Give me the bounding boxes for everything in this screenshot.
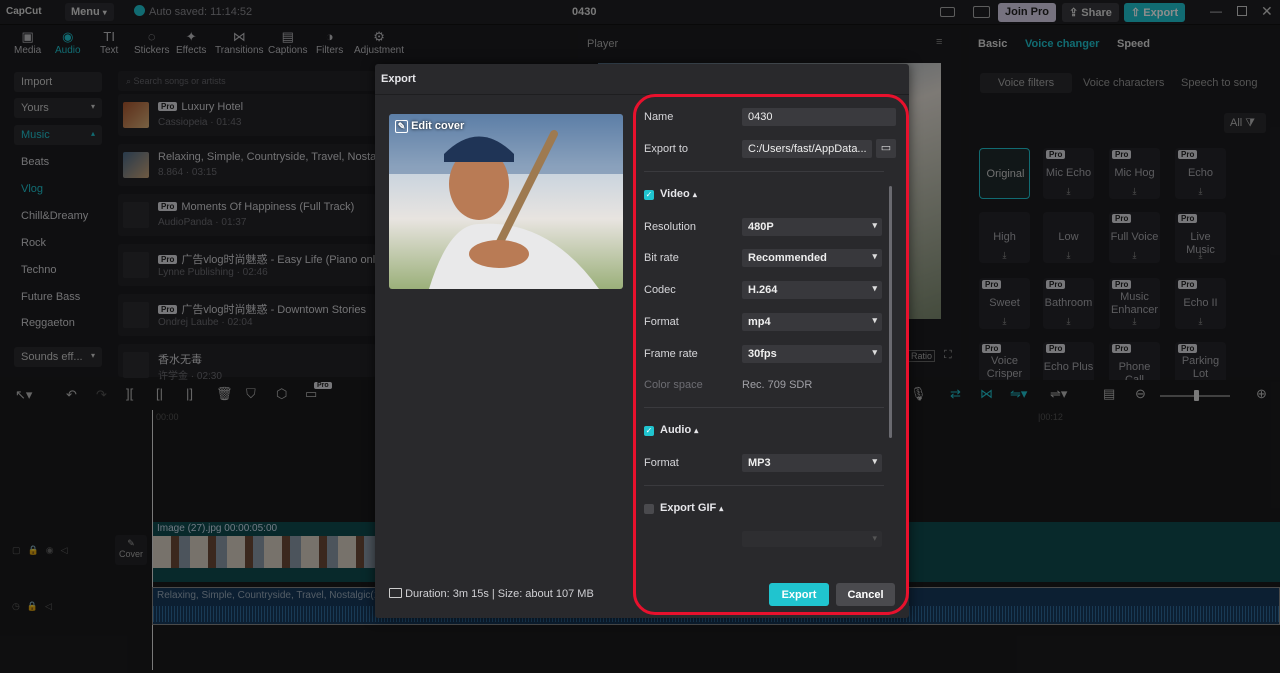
dialog-title: Export [381, 73, 416, 85]
cover-image [389, 114, 623, 289]
duration-size-info: Duration: 3m 15s | Size: about 107 MB [389, 588, 594, 600]
edit-icon: ✎ [395, 120, 408, 133]
cover-preview[interactable]: ✎ Edit cover [389, 114, 623, 289]
duration-text: Duration: 3m 15s | Size: about 107 MB [405, 588, 594, 600]
film-icon [389, 588, 402, 598]
edit-cover-button[interactable]: ✎ Edit cover [395, 120, 464, 133]
highlight-box [633, 94, 909, 615]
edit-cover-label: Edit cover [411, 120, 465, 132]
